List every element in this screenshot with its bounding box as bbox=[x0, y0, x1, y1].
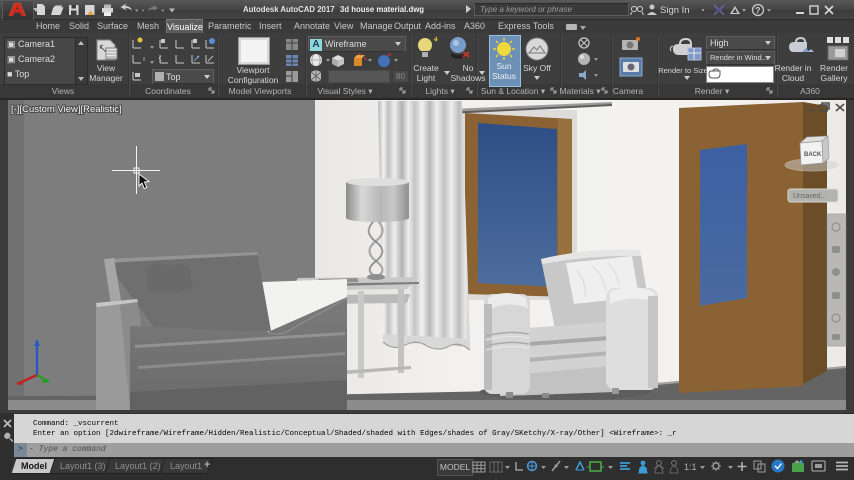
svg-text:BACK: BACK bbox=[804, 152, 822, 158]
svg-text:Sign In: Sign In bbox=[660, 5, 690, 16]
svg-text:?: ? bbox=[755, 6, 761, 16]
svg-text:[-][Custom View][Realistic]: [-][Custom View][Realistic] bbox=[11, 104, 122, 115]
svg-text:1:1: 1:1 bbox=[684, 462, 697, 472]
svg-text:Unsaved...: Unsaved... bbox=[793, 193, 827, 200]
